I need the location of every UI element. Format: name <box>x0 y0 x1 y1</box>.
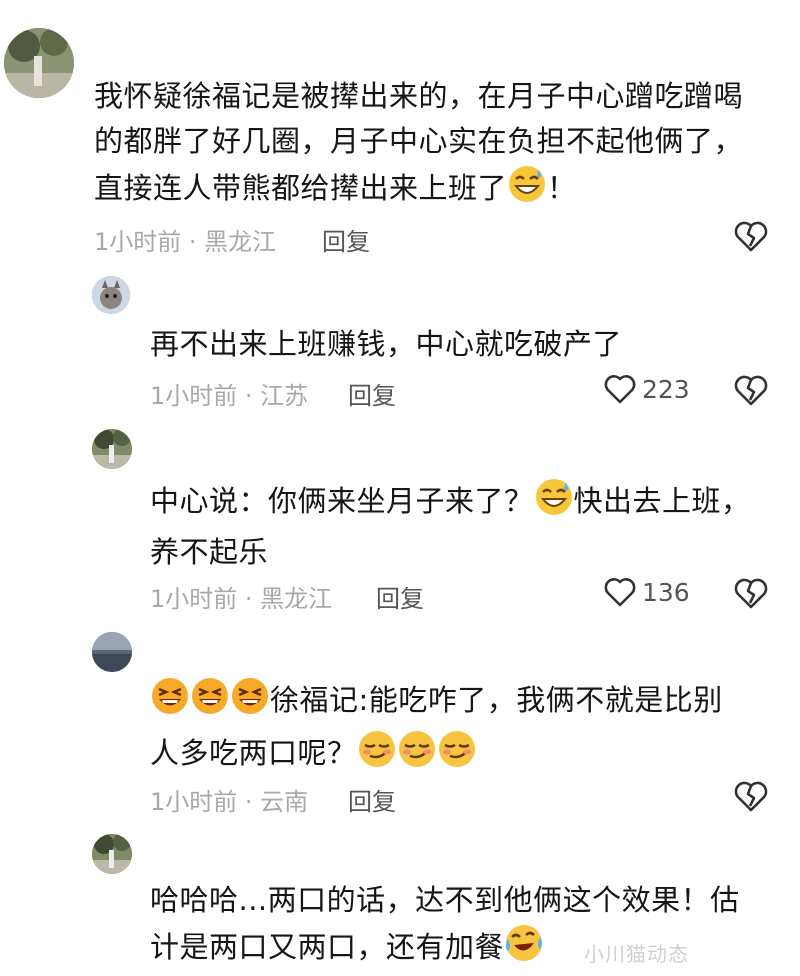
like-button[interactable]: 136 <box>604 577 690 607</box>
comment-meta: 1小时前 · 黑龙江 <box>150 585 333 613</box>
comment-text: 我怀疑徐福记是被撵出来的，在月子中心蹭吃蹭喝 的都胖了好几圈，月子中心实在负担不… <box>94 74 784 217</box>
like-count: 223 <box>642 374 690 404</box>
comment-3: 中心说：你俩来坐月子来了？ 快出去上班， 养不起乐 1小时前 · 黑龙江 回复 … <box>0 415 800 620</box>
heart-outline-icon <box>604 375 636 404</box>
avatar[interactable] <box>92 276 130 314</box>
comment-meta: 1小时前 · 云南 <box>150 788 309 816</box>
like-count: 136 <box>642 577 690 607</box>
comment-meta: 1小时前 · 江苏 <box>150 382 309 410</box>
comment-1: 我怀疑徐福记是被撵出来的，在月子中心蹭吃蹭喝 的都胖了好几圈，月子中心实在负担不… <box>0 0 800 260</box>
smirk-emoji <box>437 729 477 782</box>
grinning-sweat-emoji <box>534 477 574 530</box>
broken-heart-icon <box>734 781 768 812</box>
avatar[interactable] <box>4 28 74 98</box>
comment-text: 哈哈哈...两口的话，达不到他俩这个效果！估 计是两口又两口，还有加餐 <box>150 878 790 976</box>
reply-button[interactable]: 回复 <box>348 782 396 817</box>
comment-2: 再不出来上班赚钱，中心就吃破产了 1小时前 · 江苏 回复 223 <box>0 262 800 412</box>
dislike-button[interactable] <box>734 374 768 410</box>
comment-text: 再不出来上班赚钱，中心就吃破产了 <box>150 327 623 361</box>
laughing-emoji <box>230 676 270 729</box>
broken-heart-icon <box>734 221 768 252</box>
watermark: 小川猫动态 <box>584 942 689 966</box>
comment-4: 徐福记:能吃咋了，我俩不就是比别 人多吃两口呢？ 1小时前 · 云南 回复 <box>0 622 800 822</box>
reply-button[interactable]: 回复 <box>348 376 396 411</box>
dislike-button[interactable] <box>734 220 768 256</box>
comment-meta: 1小时前 · 黑龙江 <box>94 228 277 256</box>
reply-button[interactable]: 回复 <box>376 579 424 614</box>
broken-heart-icon <box>734 375 768 406</box>
broken-heart-icon <box>734 578 768 609</box>
like-button[interactable]: 223 <box>604 374 690 404</box>
heart-outline-icon <box>604 578 636 607</box>
avatar[interactable] <box>92 834 132 874</box>
dislike-button[interactable] <box>734 780 768 816</box>
comment-text: 中心说：你俩来坐月子来了？ 快出去上班， 养不起乐 <box>150 477 790 575</box>
smirk-emoji <box>397 729 437 782</box>
laughing-emoji <box>150 676 190 729</box>
comment-text: 徐福记:能吃咋了，我俩不就是比别 人多吃两口呢？ <box>150 676 790 782</box>
avatar[interactable] <box>92 429 132 469</box>
grinning-sweat-emoji <box>507 164 547 217</box>
avatar[interactable] <box>92 632 132 672</box>
smirk-emoji <box>357 729 397 782</box>
reply-button[interactable]: 回复 <box>322 222 370 257</box>
laughing-emoji <box>190 676 230 729</box>
tears-of-joy-emoji <box>504 923 544 976</box>
dislike-button[interactable] <box>734 577 768 613</box>
